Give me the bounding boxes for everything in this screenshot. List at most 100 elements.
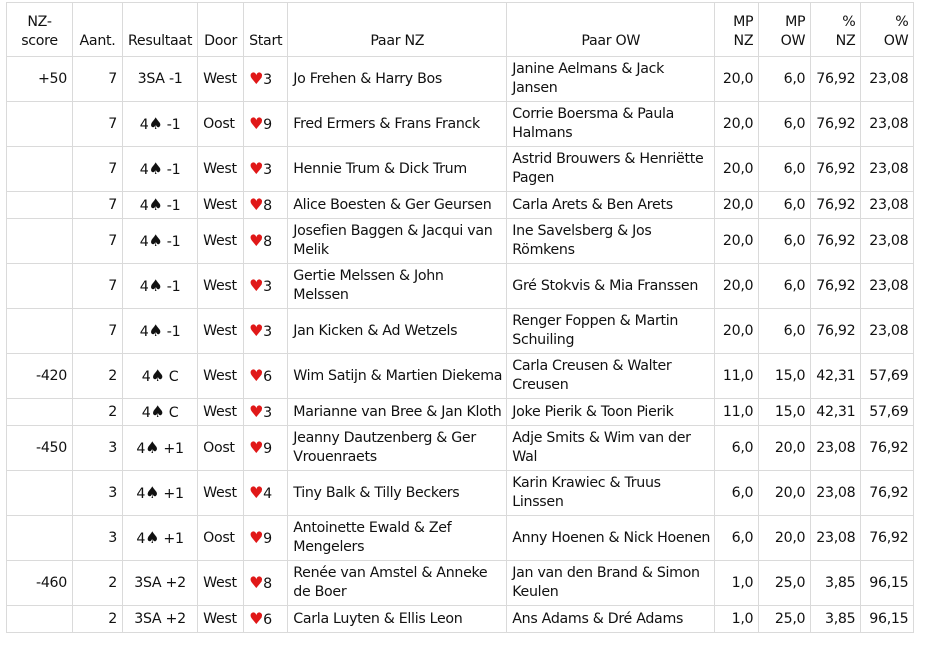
- result-value: -1: [166, 233, 181, 250]
- resultaat-cell: 4♠ +1: [121, 470, 199, 516]
- contract-level: 4: [139, 161, 149, 178]
- result-value: +1: [163, 440, 184, 457]
- result-value: C: [168, 404, 179, 421]
- nz-score-cell: -450: [6, 425, 73, 471]
- mp-nz-cell: 6,0: [714, 425, 760, 471]
- pct-ow-cell: 57,69: [860, 398, 915, 426]
- contract-level: 4: [136, 440, 146, 457]
- result-value: -1: [166, 197, 181, 214]
- start-cell: ♥6: [243, 353, 289, 399]
- start-cell: ♥8: [243, 560, 289, 606]
- paar-nz-cell: Wim Satijn & Martien Diekema: [287, 353, 508, 399]
- paar-ow-cell: Anny Hoenen & Nick Hoenen: [506, 515, 716, 561]
- nz-score-cell: +50: [6, 56, 73, 102]
- table-row: -450 3 4♠ +1 Oost ♥9 Jeanny Dautzenberg & Ger…: [6, 425, 915, 471]
- door-cell: West: [197, 146, 245, 192]
- start-cell: ♥8: [243, 218, 289, 264]
- results-table: NZ-score Aant. Resultaat Door Start Paar…: [6, 2, 915, 633]
- heart-icon: ♥: [249, 401, 264, 421]
- spade-icon: ♠: [145, 527, 160, 547]
- door-cell: West: [197, 560, 245, 606]
- start-card: 9: [263, 440, 272, 457]
- spade-icon: ♠: [145, 482, 160, 502]
- paar-nz-cell: Antoinette Ewald & Zef Mengelers: [287, 515, 508, 561]
- start-card: 3: [263, 404, 272, 421]
- paar-nz-cell: Jeanny Dautzenberg & Ger Vrouenraets: [287, 425, 508, 471]
- spade-icon: ♠: [148, 113, 163, 133]
- paar-nz-cell: Carla Luyten & Ellis Leon: [287, 605, 508, 633]
- mp-ow-cell: 6,0: [758, 308, 812, 354]
- spade-icon: ♠: [145, 437, 160, 457]
- table-row: 3 4♠ +1 West ♥4 Tiny Balk & Tilly Beckers Kar…: [6, 470, 915, 516]
- spade-icon: ♠: [150, 401, 165, 421]
- header-resultaat: Resultaat: [121, 2, 199, 57]
- start-card: 4: [263, 485, 272, 502]
- mp-ow-cell: 6,0: [758, 101, 812, 147]
- contract-level: 4: [136, 530, 146, 547]
- pct-ow-cell: 76,92: [860, 425, 915, 471]
- heart-icon: ♥: [249, 437, 264, 457]
- resultaat-cell: 3SA -1: [121, 56, 199, 102]
- paar-ow-cell: Carla Creusen & Walter Creusen: [506, 353, 716, 399]
- result-value: -1: [166, 278, 181, 295]
- mp-ow-cell: 6,0: [758, 263, 812, 309]
- paar-nz-cell: Fred Ermers & Frans Franck: [287, 101, 508, 147]
- heart-icon: ♥: [249, 608, 264, 628]
- table-row: 7 4♠ -1 Oost ♥9 Fred Ermers & Frans Franck Co…: [6, 101, 915, 147]
- resultaat-cell: 4♠ C: [121, 353, 199, 399]
- result-value: -1: [166, 323, 181, 340]
- resultaat-cell: 4♠ -1: [121, 218, 199, 264]
- door-cell: West: [197, 605, 245, 633]
- mp-nz-cell: 20,0: [714, 308, 760, 354]
- header-aant: Aant.: [72, 2, 123, 57]
- header-mp-nz: MP NZ: [714, 2, 760, 57]
- aant-cell: 7: [72, 191, 123, 219]
- aant-cell: 3: [72, 425, 123, 471]
- contract-level: 3SA: [134, 574, 162, 591]
- mp-nz-cell: 1,0: [714, 560, 760, 606]
- nz-score-cell: -460: [6, 560, 73, 606]
- paar-nz-cell: Hennie Trum & Dick Trum: [287, 146, 508, 192]
- heart-icon: ♥: [249, 158, 264, 178]
- spade-icon: ♠: [148, 194, 163, 214]
- start-card: 3: [263, 278, 272, 295]
- start-cell: ♥9: [243, 515, 289, 561]
- heart-icon: ♥: [249, 365, 264, 385]
- mp-ow-cell: 6,0: [758, 191, 812, 219]
- resultaat-cell: 4♠ -1: [121, 308, 199, 354]
- pct-nz-cell: 23,08: [810, 425, 862, 471]
- heart-icon: ♥: [249, 572, 264, 592]
- table-row: 7 4♠ -1 West ♥8 Alice Boesten & Ger Geursen C…: [6, 191, 915, 219]
- paar-ow-cell: Joke Pierik & Toon Pierik: [506, 398, 716, 426]
- mp-ow-cell: 20,0: [758, 515, 812, 561]
- paar-nz-cell: Josefien Baggen & Jacqui van Melik: [287, 218, 508, 264]
- start-cell: ♥9: [243, 425, 289, 471]
- mp-nz-cell: 20,0: [714, 56, 760, 102]
- start-card: 6: [263, 368, 272, 385]
- start-card: 3: [263, 323, 272, 340]
- heart-icon: ♥: [249, 68, 264, 88]
- pct-ow-cell: 96,15: [860, 605, 915, 633]
- contract-level: 4: [139, 323, 149, 340]
- mp-ow-cell: 20,0: [758, 425, 812, 471]
- nz-score-cell: [6, 191, 73, 219]
- start-cell: ♥3: [243, 308, 289, 354]
- paar-nz-cell: Jo Frehen & Harry Bos: [287, 56, 508, 102]
- door-cell: West: [197, 398, 245, 426]
- resultaat-cell: 4♠ +1: [121, 425, 199, 471]
- spade-icon: ♠: [150, 365, 165, 385]
- paar-ow-cell: Karin Krawiec & Truus Linssen: [506, 470, 716, 516]
- contract-level: 3SA: [134, 610, 162, 627]
- aant-cell: 7: [72, 308, 123, 354]
- pct-ow-cell: 96,15: [860, 560, 915, 606]
- aant-cell: 2: [72, 605, 123, 633]
- table-row: 7 4♠ -1 West ♥8 Josefien Baggen & Jacqui van…: [6, 218, 915, 264]
- table-row: 7 4♠ -1 West ♥3 Hennie Trum & Dick Trum Astri…: [6, 146, 915, 192]
- paar-nz-cell: Gertie Melssen & John Melssen: [287, 263, 508, 309]
- start-cell: ♥6: [243, 605, 289, 633]
- start-cell: ♥3: [243, 146, 289, 192]
- pct-ow-cell: 23,08: [860, 146, 915, 192]
- pct-nz-cell: 42,31: [810, 353, 862, 399]
- door-cell: West: [197, 308, 245, 354]
- pct-ow-cell: 23,08: [860, 56, 915, 102]
